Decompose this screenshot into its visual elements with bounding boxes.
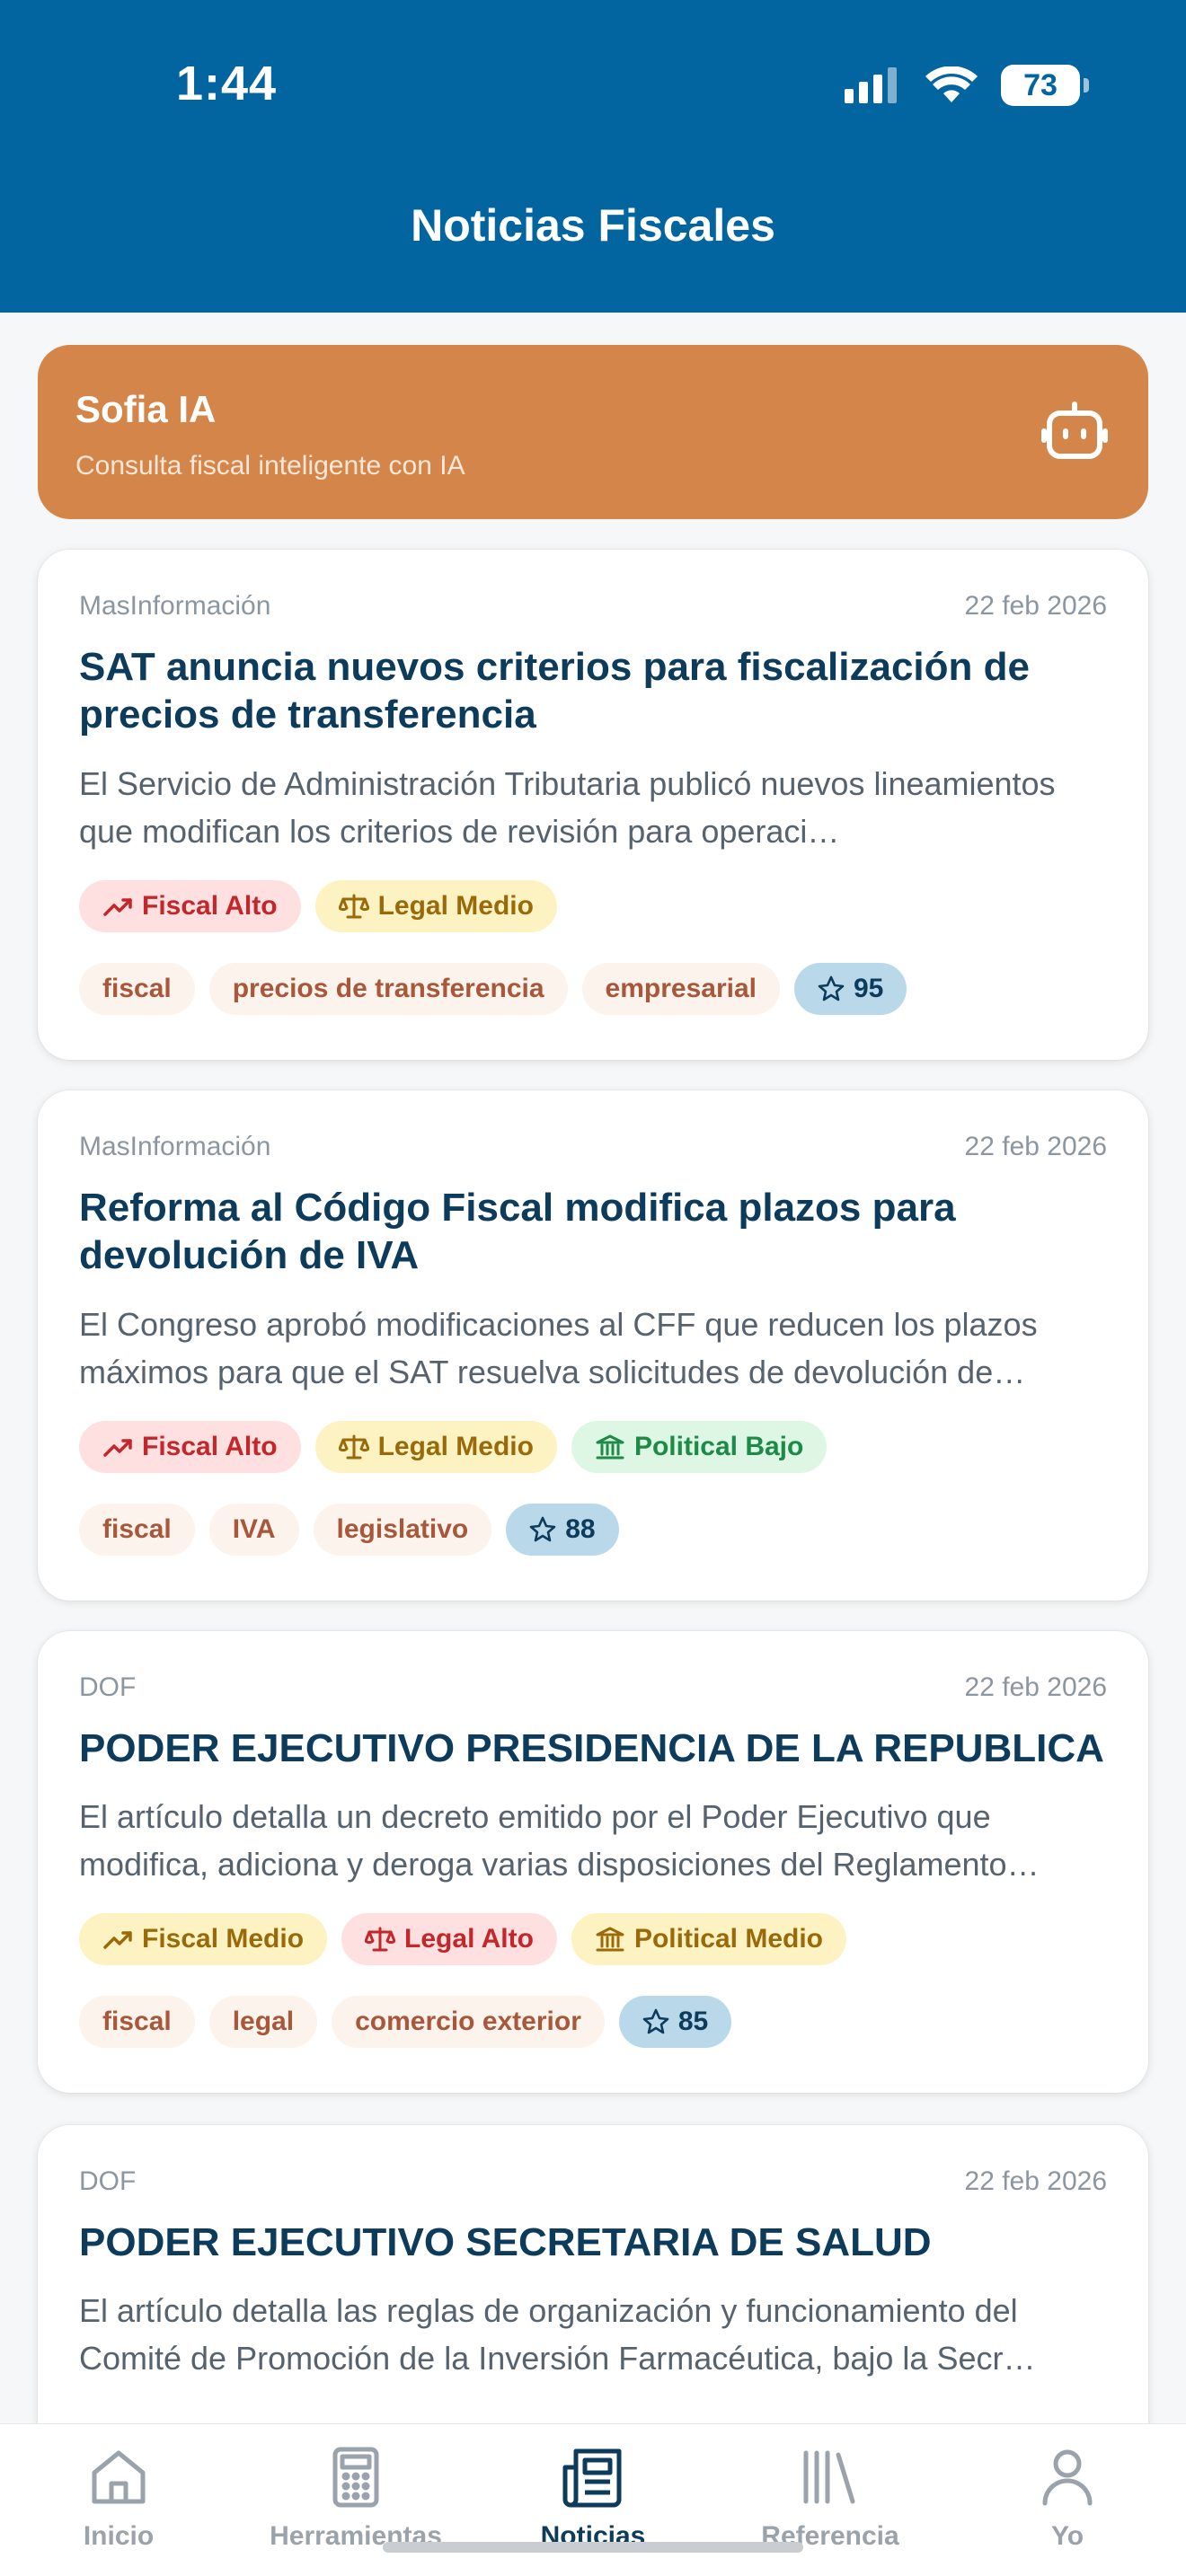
- tag[interactable]: empresarial: [581, 963, 780, 1015]
- tab-label: Yo: [1050, 2521, 1084, 2551]
- news-card[interactable]: DOF 22 feb 2026 PODER EJECUTIVO SECRETAR…: [38, 2125, 1148, 2423]
- relevance-score: 85: [618, 1996, 732, 2048]
- library-icon: [803, 2450, 855, 2504]
- status-time: 1:44: [176, 57, 278, 110]
- home-indicator[interactable]: [383, 2542, 803, 2553]
- star-icon: [642, 2008, 669, 2034]
- tag[interactable]: precios de transferencia: [208, 963, 568, 1015]
- page-title: Noticias Fiscales: [411, 200, 775, 251]
- tag-list: fiscal legal comercio exterior 85: [79, 1996, 732, 2048]
- tag[interactable]: fiscal: [79, 963, 195, 1015]
- impact-badges: Fiscal Alto Legal Medio: [79, 880, 557, 932]
- robot-icon: [1041, 401, 1108, 459]
- wifi-icon: [925, 66, 978, 102]
- news-title: PODER EJECUTIVO SECRETARIA DE SALUD: [79, 2220, 932, 2264]
- tab-herramientas[interactable]: Herramientas: [257, 2446, 455, 2552]
- newspaper-icon: [562, 2448, 622, 2508]
- news-date: 22 feb 2026: [964, 2166, 1107, 2196]
- bottom-tab-bar: Inicio Herramientas Noticias Referencia …: [0, 2423, 1186, 2576]
- news-title: SAT anuncia nuevos criterios para fiscal…: [79, 645, 1030, 737]
- impact-badge-legal: Legal Medio: [314, 1421, 557, 1473]
- impact-badge-legal: Legal Alto: [341, 1913, 557, 1965]
- scale-icon: [338, 1434, 369, 1460]
- impact-badge-political: Political Medio: [571, 1913, 846, 1965]
- news-source: DOF: [79, 2166, 137, 2196]
- tag-list: fiscal precios de transferencia empresar…: [79, 963, 907, 1015]
- news-title: Reforma al Código Fiscal modifica plazos…: [79, 1186, 956, 1277]
- tag[interactable]: comercio exterior: [332, 1996, 605, 2048]
- calculator-icon: [332, 2447, 379, 2508]
- tab-label: Inicio: [83, 2521, 155, 2551]
- news-summary: El artículo detalla las reglas de organi…: [79, 2292, 1036, 2377]
- cellular-signal-icon: [845, 67, 897, 103]
- impact-badge-legal: Legal Medio: [314, 880, 557, 932]
- tag[interactable]: legislativo: [313, 1504, 492, 1556]
- star-icon: [529, 1516, 556, 1542]
- news-summary: El Servicio de Administración Tributaria…: [79, 765, 1056, 850]
- sofia-ai-card[interactable]: Sofia IA Consulta fiscal inteligente con…: [38, 345, 1148, 519]
- status-icons: 73: [845, 65, 1089, 106]
- star-icon: [818, 975, 845, 1001]
- tag[interactable]: fiscal: [79, 1996, 195, 2048]
- news-card[interactable]: MasInformación 22 feb 2026 SAT anuncia n…: [38, 550, 1148, 1060]
- news-date: 22 feb 2026: [964, 1132, 1107, 1161]
- news-source: MasInformación: [79, 591, 271, 621]
- relevance-score: 95: [794, 963, 907, 1015]
- impact-badge-fiscal: Fiscal Alto: [79, 1421, 301, 1473]
- ai-card-subtitle: Consulta fiscal inteligente con IA: [75, 451, 465, 481]
- tag[interactable]: fiscal: [79, 1504, 195, 1556]
- tab-inicio[interactable]: Inicio: [20, 2446, 217, 2552]
- person-icon: [1042, 2449, 1093, 2506]
- tag[interactable]: IVA: [208, 1504, 299, 1556]
- ai-card-title: Sofia IA: [75, 388, 217, 430]
- tag[interactable]: legal: [208, 1996, 318, 2048]
- news-summary: El Congreso aprobó modificaciones al CFF…: [79, 1306, 1038, 1390]
- trend-up-icon: [103, 1931, 132, 1949]
- scale-icon: [365, 1927, 396, 1952]
- scale-icon: [338, 894, 369, 919]
- impact-badge-fiscal: Fiscal Medio: [79, 1913, 328, 1965]
- tag-list: fiscal IVA legislativo 88: [79, 1504, 619, 1556]
- news-source: DOF: [79, 1672, 137, 1702]
- impact-badges: Fiscal Alto Legal Medio Political Bajo: [79, 1421, 828, 1473]
- bank-icon: [596, 1434, 624, 1460]
- impact-badges: Fiscal Medio Legal Alto Political Medio: [79, 1913, 846, 1965]
- news-title: PODER EJECUTIVO PRESIDENCIA DE LA REPUBL…: [79, 1726, 1104, 1770]
- trend-up-icon: [103, 898, 132, 916]
- impact-badge-fiscal: Fiscal Alto: [79, 880, 301, 932]
- relevance-score: 88: [506, 1504, 619, 1556]
- tab-noticias[interactable]: Noticias: [494, 2446, 692, 2552]
- news-card[interactable]: MasInformación 22 feb 2026 Reforma al Có…: [38, 1090, 1148, 1601]
- news-feed[interactable]: Sofia IA Consulta fiscal inteligente con…: [0, 313, 1186, 2423]
- tab-yo[interactable]: Yo: [969, 2446, 1166, 2552]
- trend-up-icon: [103, 1439, 132, 1457]
- news-source: MasInformación: [79, 1132, 271, 1161]
- news-card[interactable]: DOF 22 feb 2026 PODER EJECUTIVO PRESIDEN…: [38, 1631, 1148, 2093]
- home-icon: [92, 2450, 146, 2504]
- app-header: 1:44 73 Noticias Fiscales: [0, 0, 1186, 313]
- battery-indicator: 73: [1001, 65, 1089, 106]
- impact-badge-political: Political Bajo: [571, 1421, 828, 1473]
- news-date: 22 feb 2026: [964, 591, 1107, 621]
- bank-icon: [596, 1927, 624, 1952]
- news-date: 22 feb 2026: [964, 1672, 1107, 1702]
- news-summary: El artículo detalla un decreto emitido p…: [79, 1798, 1040, 1883]
- tab-referencia[interactable]: Referencia: [731, 2446, 929, 2552]
